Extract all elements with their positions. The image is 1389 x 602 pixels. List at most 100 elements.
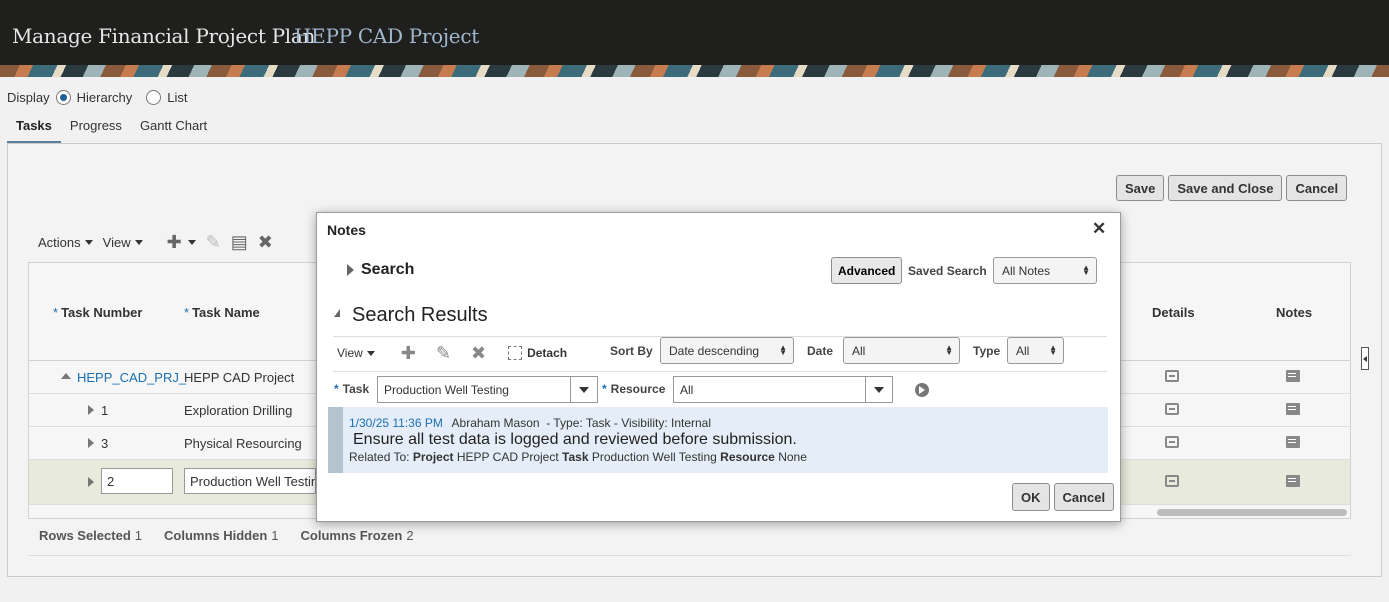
view-menu[interactable]: View <box>337 346 375 360</box>
note-type: Task <box>585 416 611 430</box>
ok-button[interactable]: OK <box>1012 483 1050 511</box>
column-task-number[interactable]: * Task Number <box>53 305 142 320</box>
save-and-close-button[interactable]: Save and Close <box>1168 175 1283 201</box>
copy-icon[interactable]: ▤ <box>231 232 248 253</box>
notes-icon[interactable] <box>1286 403 1300 415</box>
hierarchy-radio[interactable] <box>55 89 71 105</box>
view-label: View <box>102 235 131 250</box>
task-filter-combo[interactable]: Production Well Testing <box>377 376 598 403</box>
note-meta: 1/30/25 11:36 PM Abraham Mason - Type: T… <box>349 416 712 430</box>
column-notes[interactable]: Notes <box>1276 305 1312 320</box>
note-author: Abraham Mason <box>451 416 540 430</box>
date-label: Date <box>807 344 834 358</box>
edit-icon[interactable]: ✎ <box>436 343 451 364</box>
detach-icon <box>508 346 523 360</box>
divider <box>28 555 1351 556</box>
updown-icon: ▲ ▼ <box>1049 343 1057 357</box>
note-visibility: Internal <box>671 416 712 430</box>
chevron-down-icon <box>84 240 93 245</box>
expand-search-icon[interactable] <box>347 264 354 276</box>
column-details[interactable]: Details <box>1152 305 1195 320</box>
notes-icon[interactable] <box>1286 475 1300 487</box>
type-select[interactable]: All ▲ ▼ <box>1007 337 1064 364</box>
rows-selected: Rows Selected 1 <box>39 528 142 543</box>
dropdown-icon[interactable] <box>570 377 597 402</box>
sort-by-label: Sort By <box>610 344 653 358</box>
type-label: Type <box>973 344 1001 358</box>
dialog-actions: OK Cancel <box>1012 483 1115 511</box>
updown-icon: ▲ ▼ <box>779 343 787 357</box>
panel-splitter-handle[interactable] <box>1361 347 1369 370</box>
task-name: Physical Resourcing <box>184 436 302 451</box>
dropdown-icon[interactable] <box>865 377 892 402</box>
task-name-input[interactable] <box>184 468 316 494</box>
details-icon[interactable] <box>1165 475 1179 487</box>
sort-by-select[interactable]: Date descending ▲ ▼ <box>660 337 794 364</box>
note-body: Ensure all test data is logged and revie… <box>353 431 797 448</box>
close-icon[interactable]: ✕ <box>1092 219 1106 239</box>
list-label[interactable]: List <box>167 90 187 105</box>
display-options: Display Hierarchy List <box>7 89 193 105</box>
task-number-input[interactable] <box>101 468 173 494</box>
detach-button[interactable]: Detach <box>508 346 567 360</box>
notes-dialog: Notes ✕ Search Advanced Saved Search All… <box>316 212 1121 522</box>
page-title: Manage Financial Project Plan <box>12 24 316 48</box>
add-icon[interactable]: ✚ <box>167 232 182 253</box>
collapse-icon[interactable] <box>61 373 71 379</box>
updown-icon: ▲ ▼ <box>945 343 953 357</box>
tab-progress[interactable]: Progress <box>61 112 131 144</box>
expand-icon[interactable] <box>88 405 94 415</box>
required-marker: * <box>184 305 190 320</box>
tab-tasks[interactable]: Tasks <box>7 112 61 144</box>
dialog-cancel-button[interactable]: Cancel <box>1053 483 1115 511</box>
page-actions: Save Save and Close Cancel <box>1116 175 1348 201</box>
details-icon[interactable] <box>1165 436 1179 448</box>
note-related-to: Related To: Project HEPP CAD Project Tas… <box>349 450 807 464</box>
details-icon[interactable] <box>1165 370 1179 382</box>
horizontal-scrollbar[interactable] <box>1157 509 1347 516</box>
collapse-results-icon[interactable] <box>334 309 340 317</box>
add-menu-chevron-icon[interactable] <box>187 240 196 245</box>
search-results-header: Search Results <box>352 304 488 326</box>
columns-hidden: Columns Hidden 1 <box>164 528 279 543</box>
chevron-down-icon <box>366 350 375 356</box>
delete-icon[interactable]: ✖ <box>471 343 486 364</box>
view-menu[interactable]: View <box>103 235 143 250</box>
details-icon[interactable] <box>1165 403 1179 415</box>
results-toolbar: View ✚ ✎ ✖ Detach <box>337 340 567 366</box>
add-icon[interactable]: ✚ <box>401 343 416 364</box>
note-list-item[interactable]: 1/30/25 11:36 PM Abraham Mason - Type: T… <box>328 407 1108 473</box>
columns-frozen: Columns Frozen 2 <box>300 528 414 543</box>
saved-search-label: Saved Search <box>908 264 987 278</box>
list-radio[interactable] <box>146 89 162 105</box>
column-task-name[interactable]: * Task Name <box>184 305 260 320</box>
note-datetime-link[interactable]: 1/30/25 11:36 PM <box>349 416 443 430</box>
saved-search-select[interactable]: All Notes ▲ ▼ <box>993 257 1097 284</box>
table-toolbar: Actions View ✚ ✎ ▤ ✖ <box>38 232 273 253</box>
expand-icon[interactable] <box>88 477 94 487</box>
task-name: HEPP CAD Project <box>184 370 295 385</box>
save-button[interactable]: Save <box>1116 175 1165 201</box>
tab-gantt-chart[interactable]: Gantt Chart <box>131 112 216 144</box>
resource-filter-label: * Resource <box>602 382 666 396</box>
page-header: Manage Financial Project Plan HEPP CAD P… <box>0 0 1389 65</box>
dialog-title: Notes <box>327 222 366 238</box>
advanced-button[interactable]: Advanced <box>831 257 903 284</box>
task-name: Exploration Drilling <box>184 403 293 418</box>
cancel-button[interactable]: Cancel <box>1286 175 1348 201</box>
notes-icon[interactable] <box>1286 370 1300 382</box>
edit-icon[interactable]: ✎ <box>206 232 221 253</box>
date-select[interactable]: All ▲ ▼ <box>843 337 960 364</box>
task-number-link[interactable]: HEPP_CAD_PRJ_ <box>77 370 186 385</box>
go-arrow-icon[interactable] <box>915 383 929 397</box>
search-section-header[interactable]: Search <box>361 261 414 279</box>
task-filter-label: * Task <box>334 382 370 396</box>
display-label: Display <box>7 89 50 105</box>
delete-icon[interactable]: ✖ <box>258 232 273 253</box>
resource-filter-combo[interactable]: All <box>673 376 893 403</box>
notes-icon[interactable] <box>1286 436 1300 448</box>
actions-menu[interactable]: Actions <box>38 235 93 250</box>
task-number: 1 <box>101 403 109 418</box>
hierarchy-label[interactable]: Hierarchy <box>77 90 133 105</box>
expand-icon[interactable] <box>88 438 94 448</box>
